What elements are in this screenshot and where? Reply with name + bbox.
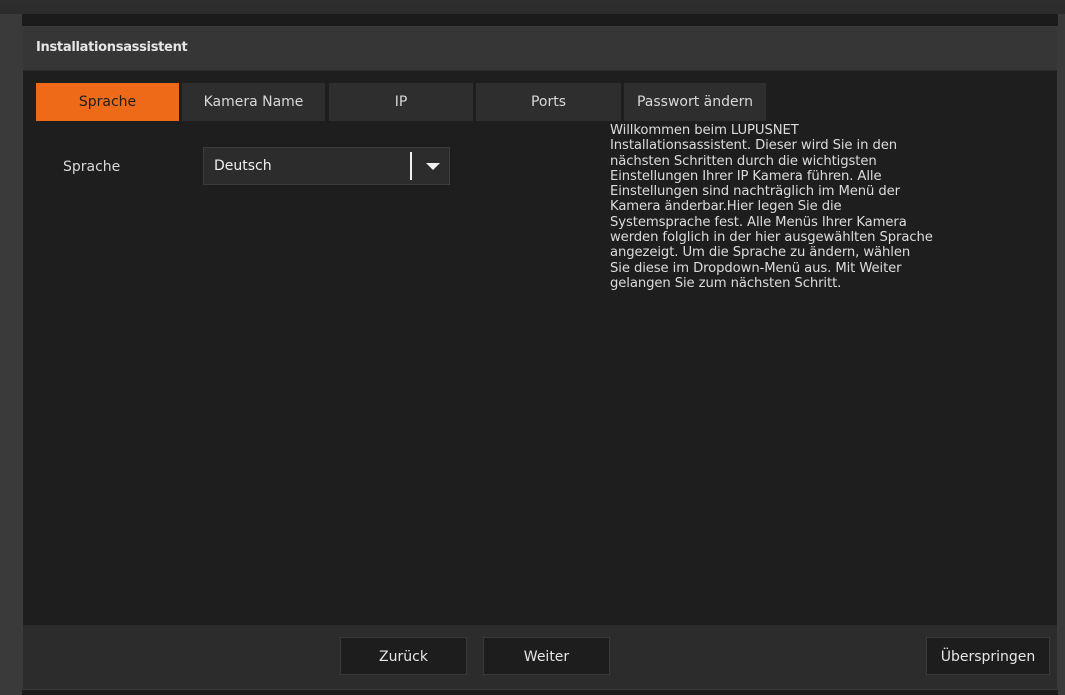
next-button[interactable]: Weiter	[483, 637, 610, 675]
wizard-content: Sprache Deutsch Willkommen beim LUPUSNET…	[23, 121, 1057, 625]
dialog-titlebar: Installationsassistent	[23, 27, 1057, 71]
language-select-value: Deutsch	[214, 158, 272, 174]
tab-kamera-name[interactable]: Kamera Name	[182, 83, 325, 121]
language-select[interactable]: Deutsch	[203, 147, 450, 185]
installation-wizard-dialog: Installationsassistent Sprache Kamera Na…	[22, 26, 1058, 690]
dialog-title: Installationsassistent	[36, 40, 188, 55]
backdrop-right-edge	[1058, 14, 1065, 695]
tab-ports[interactable]: Ports	[476, 83, 621, 121]
select-divider	[410, 152, 412, 180]
tab-passwort-aendern[interactable]: Passwort ändern	[624, 83, 766, 121]
help-text: Willkommen beim LUPUSNET Installationsas…	[610, 123, 933, 291]
language-label: Sprache	[63, 159, 121, 175]
tab-ip[interactable]: IP	[329, 83, 473, 121]
backdrop-left-edge	[0, 14, 22, 695]
dialog-footer: Zurück Weiter Überspringen	[23, 625, 1057, 689]
caret-down-icon[interactable]	[418, 148, 448, 184]
tab-sprache[interactable]: Sprache	[36, 83, 179, 121]
back-button[interactable]: Zurück	[340, 637, 467, 675]
skip-button[interactable]: Überspringen	[926, 637, 1050, 675]
